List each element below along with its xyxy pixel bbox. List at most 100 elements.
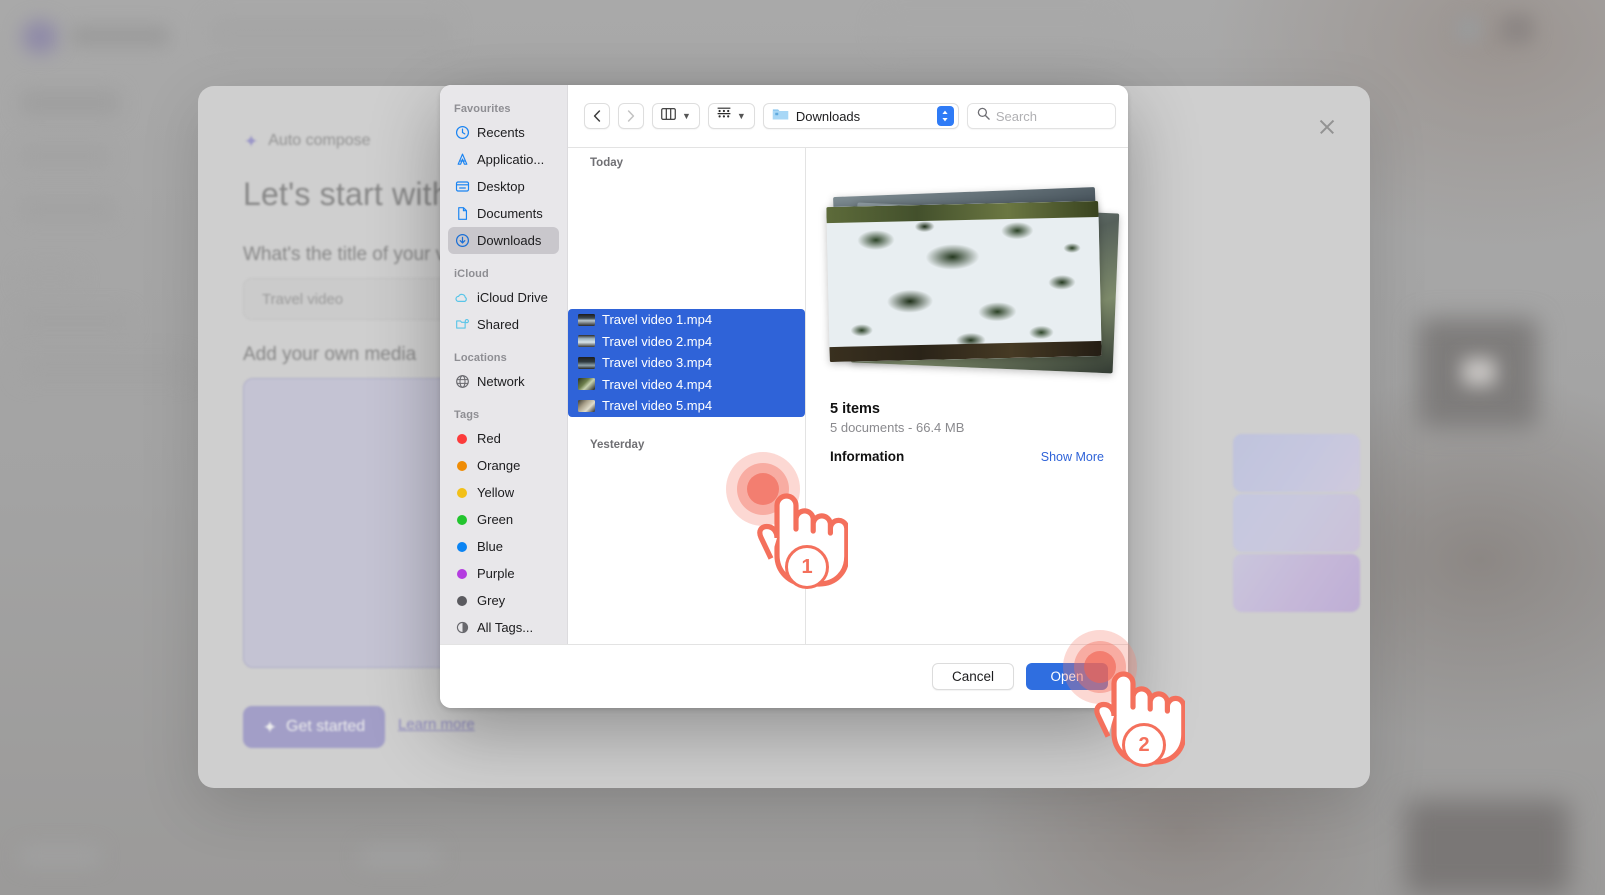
- group-by-button[interactable]: ▼: [708, 103, 755, 129]
- sidebar-tag-purple[interactable]: Purple: [448, 560, 559, 587]
- sidebar-item-recents[interactable]: Recents: [448, 119, 559, 146]
- preview-image-stack: [822, 178, 1112, 373]
- learn-more-link[interactable]: Learn more: [398, 716, 475, 733]
- group-by-icon: [717, 107, 731, 125]
- download-icon: [454, 233, 470, 249]
- forward-button[interactable]: [618, 103, 644, 129]
- list-item[interactable]: Travel video 1.mp4: [568, 309, 805, 331]
- template-card[interactable]: [1233, 554, 1360, 612]
- all-tags-icon: [454, 620, 470, 636]
- sidebar-item-label: Shared: [477, 317, 519, 332]
- sidebar-item-desktop[interactable]: Desktop: [448, 173, 559, 200]
- close-icon[interactable]: [1318, 118, 1336, 136]
- title-question-label: What's the title of your v: [243, 244, 445, 266]
- show-more-link[interactable]: Show More: [1041, 450, 1104, 464]
- background-toolbar-pill: [210, 18, 450, 48]
- file-name: Travel video 1.mp4: [602, 312, 712, 327]
- finder-toolbar: ▼ ▼: [568, 85, 1128, 147]
- sidebar-item-label: All Tags...: [477, 620, 533, 635]
- up-down-stepper-icon[interactable]: [937, 106, 954, 126]
- tag-dot-icon: [454, 512, 470, 528]
- path-label: Downloads: [796, 109, 930, 124]
- sidebar-item-shared[interactable]: Shared: [448, 311, 559, 338]
- cloud-icon: [454, 290, 470, 306]
- file-list: Travel video 1.mp4 Travel video 2.mp4 Tr…: [568, 309, 805, 417]
- cancel-button[interactable]: Cancel: [932, 663, 1014, 690]
- background-footer-item-1: [20, 845, 100, 867]
- sidebar-item-label: Recents: [477, 125, 525, 140]
- sidebar-tag-grey[interactable]: Grey: [448, 587, 559, 614]
- chevron-down-icon: ▼: [682, 111, 691, 121]
- tag-dot-icon: [454, 593, 470, 609]
- sidebar-item-icloud-drive[interactable]: iCloud Drive: [448, 284, 559, 311]
- sidebar-item-network[interactable]: Network: [448, 368, 559, 395]
- video-thumbnail-icon: [578, 357, 595, 369]
- clock-icon: [454, 125, 470, 141]
- view-mode-button[interactable]: ▼: [652, 103, 700, 129]
- list-item[interactable]: Travel video 3.mp4: [568, 352, 805, 374]
- desktop-icon: [454, 179, 470, 195]
- preview-info: 5 items 5 documents - 66.4 MB Informatio…: [806, 401, 1128, 464]
- tag-dot-icon: [454, 485, 470, 501]
- video-thumbnail-icon: [578, 314, 595, 326]
- tag-dot-icon: [454, 566, 470, 582]
- tag-dot-icon: [454, 431, 470, 447]
- auto-compose-header: ✦ Auto compose: [244, 132, 371, 150]
- sidebar-all-tags[interactable]: All Tags...: [448, 614, 559, 641]
- back-button[interactable]: [584, 103, 610, 129]
- tag-dot-icon: [454, 458, 470, 474]
- auto-compose-label: Auto compose: [268, 132, 370, 150]
- get-started-button[interactable]: ✦ Get started: [243, 706, 385, 748]
- column-view-icon: [661, 107, 676, 125]
- background-sidebar-row-2: [20, 145, 110, 167]
- search-icon: [977, 107, 990, 125]
- file-name: Travel video 2.mp4: [602, 334, 712, 349]
- sidebar-item-label: Desktop: [477, 179, 525, 194]
- background-toolbar-pill-2: [880, 18, 1110, 46]
- sidebar-section-title-locations: Locations: [440, 338, 567, 368]
- get-started-label: Get started: [286, 718, 365, 736]
- sidebar-item-documents[interactable]: Documents: [448, 200, 559, 227]
- group-header-yesterday: Yesterday: [568, 417, 805, 451]
- video-thumbnail-icon: [578, 400, 595, 412]
- sidebar-item-downloads[interactable]: Downloads: [448, 227, 559, 254]
- sidebar-item-label: Red: [477, 431, 501, 446]
- background-sidebar-row-6: [20, 358, 190, 380]
- video-thumbnail-icon: [578, 335, 595, 347]
- sidebar-item-applications[interactable]: Applicatio...: [448, 146, 559, 173]
- background-sidebar-row-1: [20, 90, 120, 116]
- template-card[interactable]: [1233, 434, 1360, 492]
- sidebar-item-label: Network: [477, 374, 525, 389]
- sparkle-icon: ✦: [244, 133, 258, 150]
- sidebar-item-label: iCloud Drive: [477, 290, 548, 305]
- sidebar-tag-blue[interactable]: Blue: [448, 533, 559, 560]
- file-name: Travel video 3.mp4: [602, 355, 712, 370]
- video-title-value: Travel video: [262, 291, 343, 308]
- play-icon-blurred: [1462, 358, 1496, 386]
- path-selector[interactable]: Downloads: [763, 103, 959, 129]
- sidebar-item-label: Green: [477, 512, 513, 527]
- template-card-list: [1233, 434, 1363, 614]
- folder-icon: [772, 107, 789, 126]
- preview-pane: 5 items 5 documents - 66.4 MB Informatio…: [806, 148, 1128, 644]
- item-count: 5 items: [830, 401, 1104, 417]
- background-sidebar-row-5: [20, 310, 130, 332]
- group-header-today: Today: [568, 148, 805, 169]
- list-item[interactable]: Travel video 2.mp4: [568, 331, 805, 353]
- sidebar-tag-red[interactable]: Red: [448, 425, 559, 452]
- list-item[interactable]: Travel video 4.mp4: [568, 374, 805, 396]
- app-logo-blurred: [22, 20, 58, 54]
- background-video-thumbnail-2: [1405, 800, 1570, 895]
- sidebar-tag-green[interactable]: Green: [448, 506, 559, 533]
- search-field[interactable]: Search: [967, 103, 1116, 129]
- information-label: Information: [830, 449, 904, 464]
- file-name: Travel video 4.mp4: [602, 377, 712, 392]
- sidebar-item-label: Downloads: [477, 233, 541, 248]
- background-avatar-blurred: [1500, 14, 1534, 44]
- template-card[interactable]: [1233, 494, 1360, 552]
- sidebar-tag-orange[interactable]: Orange: [448, 452, 559, 479]
- list-item[interactable]: Travel video 5.mp4: [568, 395, 805, 417]
- sparkle-icon: ✦: [263, 719, 277, 736]
- sidebar-tag-yellow[interactable]: Yellow: [448, 479, 559, 506]
- sidebar-item-label: Orange: [477, 458, 520, 473]
